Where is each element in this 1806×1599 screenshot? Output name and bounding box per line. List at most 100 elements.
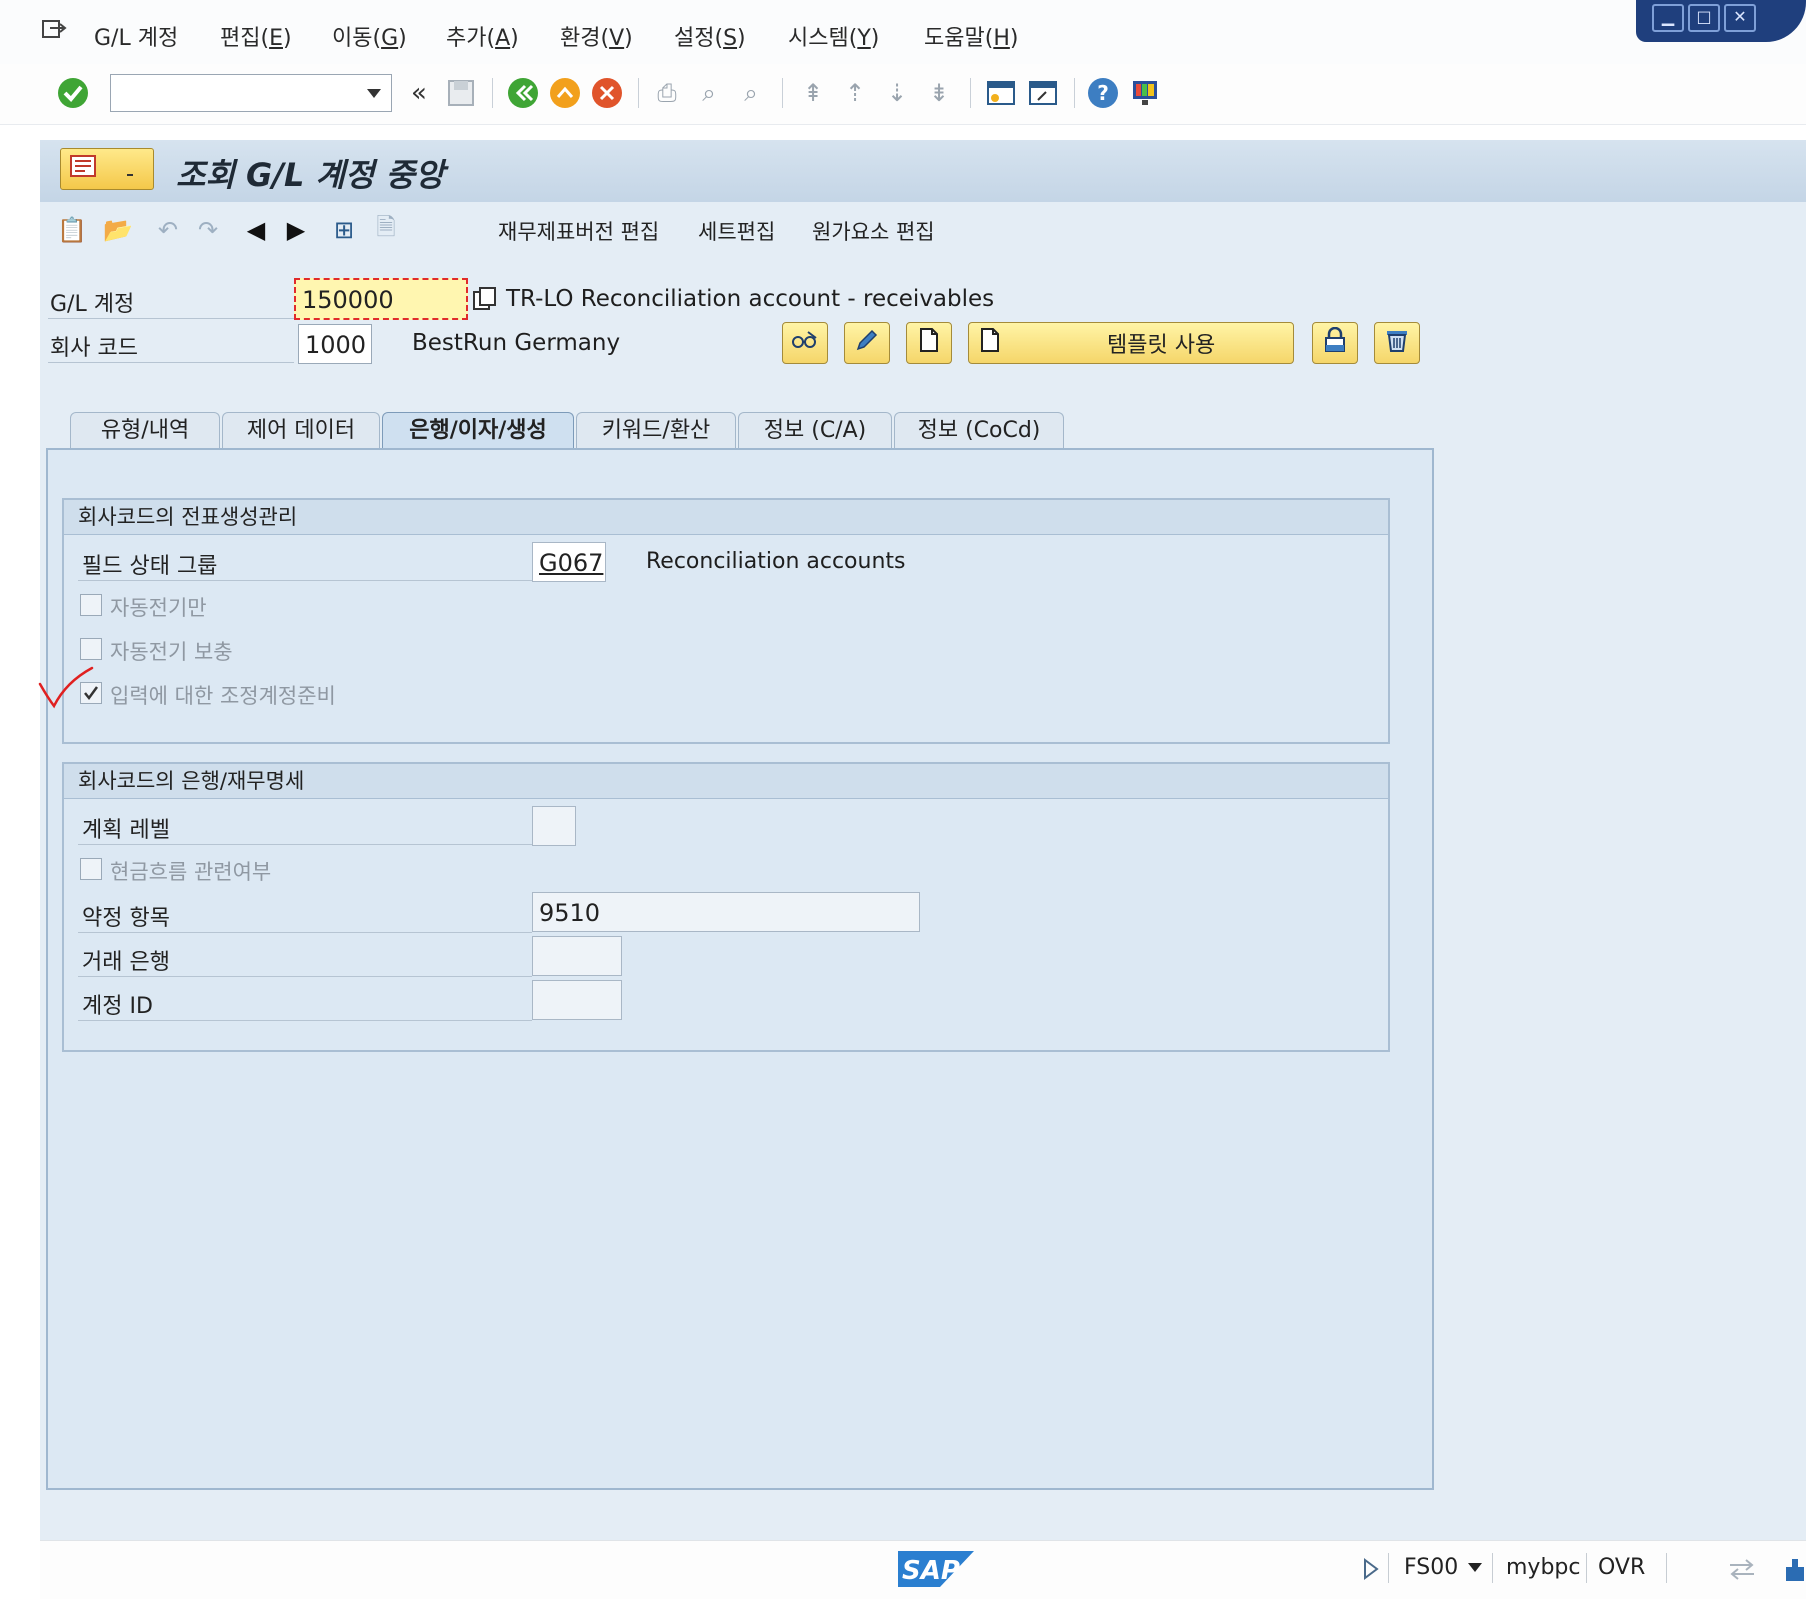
minimize-icon[interactable]: ▁	[1652, 4, 1684, 32]
svg-text:?: ?	[1097, 81, 1109, 105]
page-title: 조회 G/L 계정 중앙	[176, 156, 445, 194]
tab-info-cocd[interactable]: 정보 (CoCd)	[894, 412, 1064, 450]
account-id-input[interactable]	[532, 980, 622, 1020]
cancel-icon[interactable]	[590, 76, 624, 110]
trash-icon	[1384, 327, 1410, 359]
label-underline	[48, 318, 294, 319]
gl-account-description: TR-LO Reconciliation account - receivabl…	[506, 286, 995, 312]
tab-type-description[interactable]: 유형/내역	[70, 412, 220, 450]
reconciliation-ready-label: 입력에 대한 조정계정준비	[110, 684, 336, 708]
account-id-label: 계정 ID	[82, 994, 153, 1019]
window-controls: ▁ □ ✕	[1636, 0, 1806, 42]
menu-system[interactable]: 시스템(Y)	[788, 20, 879, 52]
back-icon[interactable]	[506, 76, 540, 110]
collapse-icon[interactable]: «	[402, 76, 436, 110]
auto-post-only-label: 자동전기만	[110, 596, 207, 620]
sap-logo: SAP	[896, 1549, 976, 1589]
new-session-icon[interactable]	[984, 76, 1018, 110]
menu-edit[interactable]: 편집(E)	[220, 20, 292, 52]
menu-gl-account[interactable]: G/L 계정	[94, 20, 178, 52]
label-underline	[78, 932, 532, 933]
planning-level-input[interactable]	[532, 806, 576, 846]
planning-level-label: 계획 레벨	[82, 818, 170, 843]
previous-icon[interactable]: ◀	[240, 214, 272, 246]
command-field[interactable]	[110, 74, 392, 112]
edit-fs-version-button[interactable]: 재무제표버전 편집	[498, 216, 659, 246]
menu-goto[interactable]: 이동(G)	[332, 20, 407, 52]
commitment-item-input[interactable]: 9510	[532, 892, 920, 932]
pencil-icon	[854, 327, 880, 359]
delete-button[interactable]	[1374, 322, 1420, 364]
cash-flow-relevant-checkbox[interactable]	[80, 858, 102, 880]
svg-text:SAP: SAP	[902, 1556, 960, 1586]
last-page-icon[interactable]: ⇟	[922, 76, 956, 110]
status-divider	[1586, 1553, 1587, 1583]
input-mode[interactable]: OVR	[1598, 1555, 1645, 1580]
create-button[interactable]	[906, 322, 952, 364]
menu-bar: G/L 계정 편집(E) 이동(G) 추가(A) 환경(V) 설정(S) 시스템…	[0, 0, 1806, 65]
layout-icon[interactable]	[1784, 1557, 1806, 1583]
table-icon[interactable]: ⊞	[328, 214, 360, 246]
display-change-icon[interactable]: 📋	[56, 214, 88, 246]
redo-icon[interactable]: ↷	[192, 214, 224, 246]
tab-keyword-translation[interactable]: 키워드/환산	[576, 412, 736, 450]
play-icon[interactable]	[1362, 1557, 1380, 1581]
find-icon[interactable]: ⌕	[692, 76, 726, 110]
toolbar-divider	[782, 78, 783, 108]
undo-icon[interactable]: ↶	[152, 214, 184, 246]
document-icon[interactable]: 🗎	[370, 213, 402, 246]
close-icon[interactable]: ✕	[1724, 4, 1756, 32]
menu-extras[interactable]: 추가(A)	[446, 20, 519, 52]
find-next-icon[interactable]: ⌕	[734, 76, 768, 110]
gl-account-input[interactable]: 150000	[294, 278, 468, 320]
menu-environment[interactable]: 환경(V)	[560, 20, 633, 52]
next-icon[interactable]: ▶	[280, 214, 312, 246]
group-title: 회사코드의 은행/재무명세	[64, 764, 1388, 799]
menu-icon[interactable]	[40, 18, 68, 42]
previous-page-icon[interactable]: ⇡	[838, 76, 872, 110]
label-underline	[48, 362, 294, 363]
label-underline	[78, 976, 532, 977]
commitment-item-label: 약정 항목	[82, 906, 170, 931]
menu-help[interactable]: 도움말(H)	[924, 20, 1018, 52]
group-title: 회사코드의 전표생성관리	[64, 500, 1388, 535]
lock-icon	[1323, 326, 1347, 359]
house-bank-input[interactable]	[532, 936, 622, 976]
supplement-auto-post-checkbox[interactable]	[80, 638, 102, 660]
tab-control-data[interactable]: 제어 데이터	[222, 412, 380, 450]
first-page-icon[interactable]: ⇞	[796, 76, 830, 110]
status-divider	[1666, 1553, 1667, 1583]
status-bar: SAP FS00 mybpc OVR	[40, 1540, 1806, 1599]
customize-layout-icon[interactable]	[1128, 76, 1162, 110]
use-template-button[interactable]: 템플릿 사용	[968, 322, 1294, 364]
transaction-menu-button[interactable]	[60, 148, 154, 190]
chevron-down-icon[interactable]	[367, 89, 381, 98]
company-name: BestRun Germany	[412, 330, 621, 356]
transfer-icon[interactable]	[1726, 1557, 1758, 1581]
block-button[interactable]	[1312, 322, 1358, 364]
display-change-button[interactable]	[782, 322, 828, 364]
enter-icon[interactable]	[56, 76, 90, 110]
company-code-input[interactable]: 1000	[298, 324, 372, 364]
shortcut-icon[interactable]	[1026, 76, 1060, 110]
change-button[interactable]	[844, 322, 890, 364]
gl-account-label: G/L 계정	[50, 292, 135, 317]
field-status-group-input[interactable]: G067	[532, 542, 606, 582]
print-icon[interactable]: ⎙	[650, 76, 684, 110]
chevron-down-icon[interactable]	[1468, 1563, 1482, 1572]
save-icon[interactable]	[444, 76, 478, 110]
tab-bank-interest-creation[interactable]: 은행/이자/생성	[382, 412, 574, 450]
auto-post-only-checkbox[interactable]	[80, 594, 102, 616]
next-page-icon[interactable]: ⇣	[880, 76, 914, 110]
set-edit-button[interactable]: 세트편집	[698, 216, 775, 246]
help-icon[interactable]: ?	[1086, 76, 1120, 110]
maximize-icon[interactable]: □	[1688, 4, 1720, 32]
tab-info-ca[interactable]: 정보 (C/A)	[738, 412, 892, 450]
field-status-group-label: 필드 상태 그룹	[82, 554, 218, 579]
exit-icon[interactable]	[548, 76, 582, 110]
cost-element-edit-button[interactable]: 원가요소 편집	[812, 216, 935, 246]
copy-icon[interactable]	[472, 286, 498, 312]
menu-settings[interactable]: 설정(S)	[674, 20, 746, 52]
new-document-icon	[979, 327, 1001, 359]
other-object-icon[interactable]: 📂	[102, 214, 134, 246]
